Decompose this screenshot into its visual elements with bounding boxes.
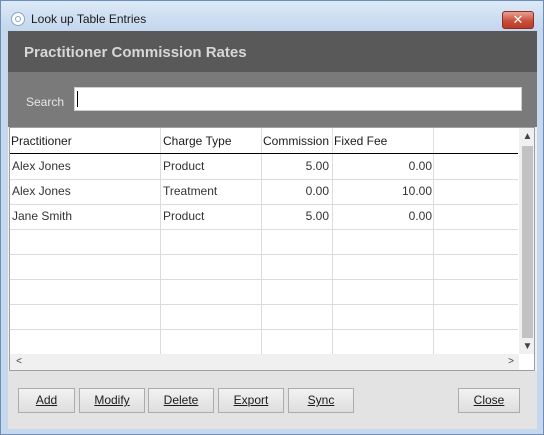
column-header-filler — [434, 128, 519, 154]
charge-type-cell: Treatment — [163, 184, 218, 198]
row-divider — [10, 329, 518, 330]
row-divider — [10, 304, 518, 305]
vertical-scrollbar[interactable]: ▲ ▼ — [519, 128, 534, 354]
button-bar: Add Modify Delete Export Sync Close — [8, 371, 537, 429]
column-header-commission[interactable]: Commission — [262, 128, 333, 154]
practitioner-cell: Alex Jones — [12, 184, 71, 198]
column-header-charge-type[interactable]: Charge Type — [161, 128, 262, 154]
page-title: Practitioner Commission Rates — [24, 44, 247, 61]
scroll-left-arrow-icon[interactable]: < — [12, 354, 26, 370]
window-close-button[interactable]: ✕ — [502, 11, 534, 29]
commission-cell: 0.00 — [305, 184, 329, 198]
practitioner-cell: Jane Smith — [12, 209, 73, 223]
charge-type-cell: Product — [163, 209, 205, 223]
commission-cell: 5.00 — [305, 159, 329, 173]
scroll-right-arrow-icon[interactable]: > — [504, 354, 518, 370]
fixed-fee-cell: 10.00 — [401, 184, 432, 198]
close-button[interactable]: Close — [458, 388, 520, 413]
export-button[interactable]: Export — [218, 388, 284, 413]
text-caret — [77, 91, 78, 107]
charge-type-cell: Product — [163, 159, 205, 173]
commission-cell: 5.00 — [305, 209, 329, 223]
fixed-fee-cell: 0.00 — [408, 209, 432, 223]
add-button[interactable]: Add — [18, 388, 75, 413]
row-divider — [10, 254, 518, 255]
search-bar: Search — [8, 72, 537, 127]
title-bar[interactable]: Look up Table Entries ✕ — [1, 1, 543, 31]
column-header-fixed-fee[interactable]: Fixed Fee — [333, 128, 434, 154]
practitioner-cell: Alex Jones — [12, 159, 71, 173]
client-area: Practitioner Commission Rates Search Pra… — [8, 31, 537, 429]
delete-button[interactable]: Delete — [148, 388, 214, 413]
horizontal-scrollbar[interactable]: < > — [10, 354, 519, 370]
scroll-down-arrow-icon[interactable]: ▼ — [519, 340, 534, 354]
vertical-scroll-thumb[interactable] — [522, 146, 533, 338]
app-icon — [11, 12, 25, 26]
sync-button[interactable]: Sync — [288, 388, 354, 413]
header-banner: Practitioner Commission Rates — [8, 31, 537, 72]
row-divider — [10, 279, 518, 280]
column-header-practitioner[interactable]: Practitioner — [10, 128, 161, 154]
fixed-fee-cell: 0.00 — [408, 159, 432, 173]
lookup-window: Look up Table Entries ✕ Practitioner Com… — [0, 0, 544, 435]
search-input[interactable] — [74, 87, 522, 111]
search-label: Search — [26, 95, 65, 109]
entries-table: Practitioner Charge Type Commission Fixe… — [9, 127, 535, 371]
window-title: Look up Table Entries — [31, 12, 147, 26]
modify-button[interactable]: Modify — [79, 388, 145, 413]
row-divider — [10, 229, 518, 230]
scroll-up-arrow-icon[interactable]: ▲ — [519, 130, 534, 144]
